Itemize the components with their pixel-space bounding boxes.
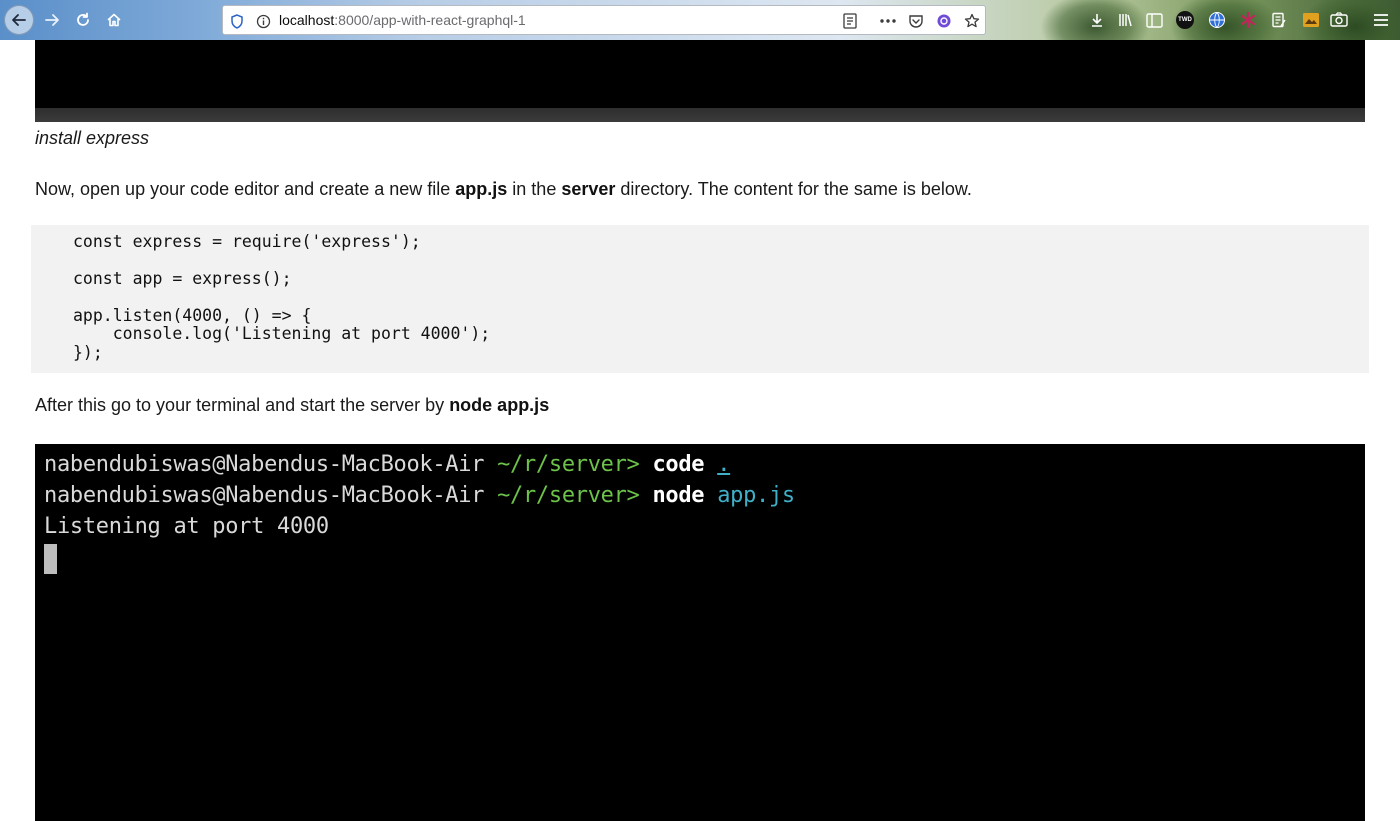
forward-button[interactable] <box>37 5 67 35</box>
reader-view-icon[interactable] <box>841 12 859 30</box>
code-line: const app = express(); <box>73 269 292 288</box>
pocket-icon[interactable] <box>907 12 925 30</box>
terminal-line-1: nabendubiswas@Nabendus-MacBook-Air ~/r/s… <box>44 452 730 477</box>
screenshot-extension-icon[interactable] <box>1328 9 1350 31</box>
command-bold: node app.js <box>449 395 550 415</box>
terminal-output: Listening at port 4000 <box>44 514 329 539</box>
library-icon[interactable] <box>1114 9 1136 31</box>
code-line: }); <box>73 343 103 362</box>
star-icon[interactable] <box>963 12 981 30</box>
twd-badge-label: TWD <box>1178 17 1192 23</box>
para-text: Now, open up your code editor and create… <box>35 179 456 199</box>
prompt-path: ~/r/server> <box>497 452 640 477</box>
image-caption: install express <box>35 128 150 148</box>
home-button[interactable] <box>99 5 129 35</box>
forward-arrow-icon <box>45 14 59 26</box>
code-line: app.listen(4000, () => { <box>73 306 312 325</box>
back-arrow-icon <box>12 14 26 26</box>
reload-icon <box>77 12 89 26</box>
asterisk-extension-icon[interactable] <box>1237 9 1259 31</box>
back-button[interactable] <box>4 5 34 35</box>
home-icon <box>107 13 121 27</box>
browser-toolbar: localhost:8000/app-with-react-graphql-1 <box>0 0 1400 40</box>
image-extension-icon[interactable] <box>1300 9 1322 31</box>
code-line: const express = require('express'); <box>73 232 421 251</box>
prompt-user: nabendubiswas@Nabendus-MacBook-Air <box>44 483 485 508</box>
url-bar[interactable]: localhost:8000/app-with-react-graphql-1 <box>222 5 986 35</box>
extension-icon[interactable] <box>935 12 953 30</box>
reload-button[interactable] <box>68 5 98 35</box>
terminal-screenshot-image <box>35 40 1365 122</box>
para-text: in the <box>507 179 562 199</box>
extension-download-icon[interactable] <box>1086 9 1108 31</box>
url-host: localhost <box>279 12 335 28</box>
more-actions-icon[interactable] <box>879 12 897 30</box>
notes-extension-icon[interactable] <box>1268 9 1290 31</box>
prompt-path: ~/r/server> <box>497 483 640 508</box>
hamburger-menu-icon[interactable] <box>1370 9 1392 31</box>
code-line: console.log('Listening at port 4000'); <box>73 324 491 343</box>
info-icon[interactable] <box>254 12 272 30</box>
command: code <box>652 452 705 477</box>
terminal-line-2: nabendubiswas@Nabendus-MacBook-Air ~/r/s… <box>44 483 795 508</box>
filename-bold: app.js <box>455 179 508 199</box>
twd-extension-icon[interactable]: TWD <box>1174 9 1196 31</box>
instruction-paragraph: Now, open up your code editor and create… <box>35 179 972 200</box>
page-content: install express Now, open up your code e… <box>0 40 1400 821</box>
para-text: directory. The content for the same is b… <box>615 179 972 199</box>
command: node <box>652 483 705 508</box>
command-arg: app.js <box>717 483 795 508</box>
code-block: const express = require('express'); cons… <box>31 225 1369 373</box>
directory-bold: server <box>561 179 616 199</box>
url-text[interactable]: localhost:8000/app-with-react-graphql-1 <box>279 12 526 28</box>
command-arg: . <box>717 452 731 477</box>
run-server-paragraph: After this go to your terminal and start… <box>35 395 549 416</box>
shield-icon[interactable] <box>228 12 246 30</box>
sidebar-icon[interactable] <box>1143 9 1165 31</box>
terminal-screenshot: nabendubiswas@Nabendus-MacBook-Air ~/r/s… <box>35 444 1365 821</box>
prompt-user: nabendubiswas@Nabendus-MacBook-Air <box>44 452 485 477</box>
url-path: :8000/app-with-react-graphql-1 <box>334 12 526 28</box>
terminal-bottom-strip <box>35 108 1365 122</box>
terminal-cursor <box>44 544 57 574</box>
globe-extension-icon[interactable] <box>1206 9 1228 31</box>
para-text: After this go to your terminal and start… <box>35 395 450 415</box>
